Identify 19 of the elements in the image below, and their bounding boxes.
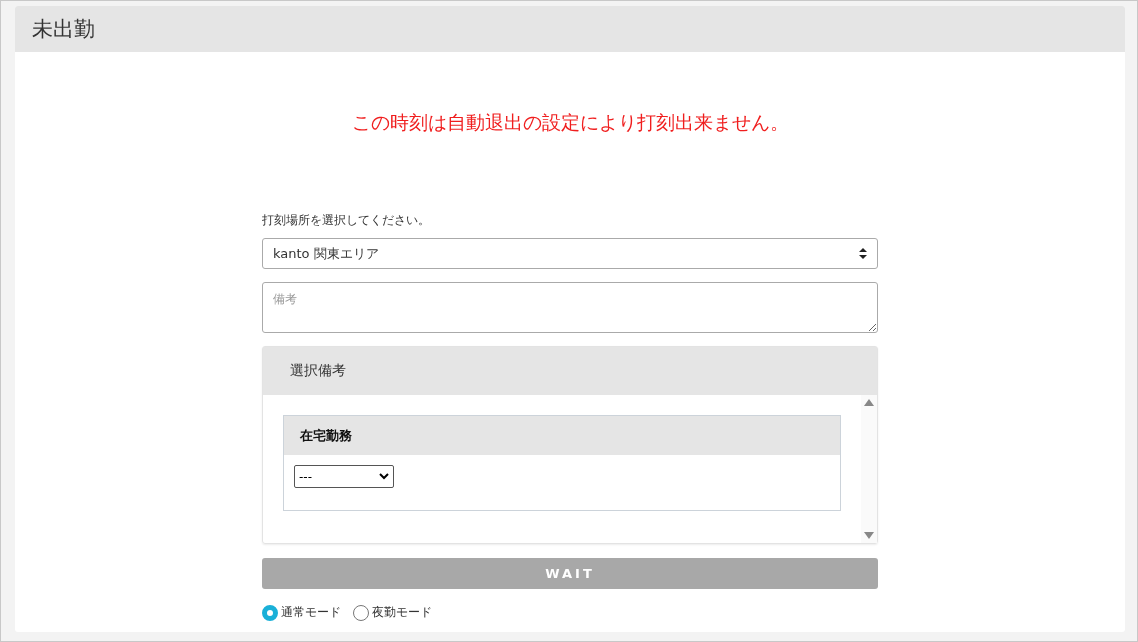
group-title: 在宅勤務 bbox=[284, 416, 840, 455]
mode-radio[interactable]: 夜勤モード bbox=[353, 604, 432, 621]
up-arrow-icon[interactable] bbox=[864, 399, 874, 406]
location-label: 打刻場所を選択してください。 bbox=[262, 212, 431, 229]
mode-label: 夜勤モード bbox=[372, 604, 432, 621]
error-message: この時刻は自動退出の設定により打刻出来ません。 bbox=[350, 110, 790, 135]
note-field[interactable]: 備考 bbox=[262, 282, 878, 333]
group-select[interactable]: --- bbox=[294, 465, 394, 488]
mode-radio[interactable]: 通常モード bbox=[262, 604, 341, 621]
sort-caret-icon bbox=[859, 248, 867, 259]
mode-label: 通常モード bbox=[281, 604, 341, 621]
down-arrow-icon[interactable] bbox=[864, 532, 874, 539]
radio-indicator[interactable] bbox=[353, 604, 369, 621]
location-select[interactable]: kanto 関東エリア bbox=[262, 238, 878, 269]
chevron-down-icon bbox=[379, 473, 389, 480]
scrollbar[interactable] bbox=[861, 395, 877, 543]
radio-indicator[interactable] bbox=[262, 604, 278, 621]
panel-title: 選択備考 bbox=[263, 347, 877, 395]
page-title: 未出勤 bbox=[32, 16, 95, 43]
